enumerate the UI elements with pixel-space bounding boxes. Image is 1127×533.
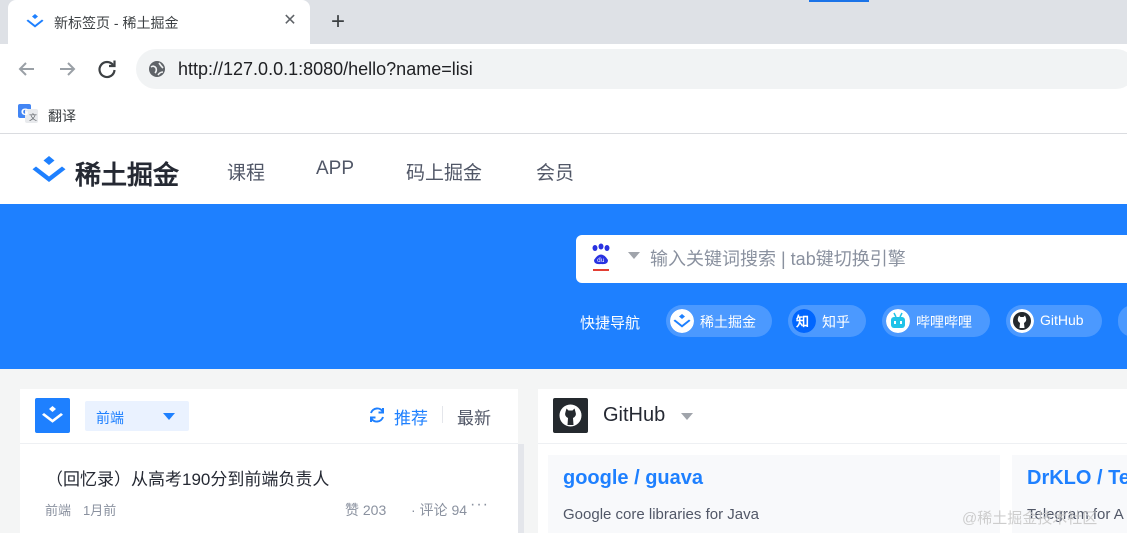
logo-text: 稀土掘金 xyxy=(75,160,180,190)
github-icon xyxy=(559,404,582,427)
browser-tab[interactable]: 新标签页 - 稀土掘金 ✕ xyxy=(8,0,310,44)
site-header: 稀土掘金 课程 APP 码上掘金 会员 xyxy=(0,135,1127,204)
github-icon xyxy=(1010,309,1034,333)
baidu-icon[interactable]: du xyxy=(590,243,612,273)
github-logo xyxy=(553,398,588,433)
repo-card[interactable]: google / guava Google core libraries for… xyxy=(548,455,1000,533)
browser-toolbar: http://127.0.0.1:8080/hello?name=lisi xyxy=(0,44,1127,94)
reload-icon[interactable] xyxy=(94,56,120,82)
juejin-icon xyxy=(670,309,694,333)
bilibili-icon xyxy=(886,309,910,333)
tab-recommend[interactable]: 推荐 xyxy=(394,404,428,429)
juejin-logo-icon xyxy=(32,156,66,182)
search-box: du xyxy=(576,235,1127,283)
divider xyxy=(538,443,1127,444)
juejin-icon xyxy=(42,406,63,423)
quick-nav-label-bilibili: 哔哩哔哩 xyxy=(916,314,972,330)
nav-code[interactable]: 码上掘金 xyxy=(406,158,482,185)
quick-nav-juejin[interactable]: 稀土掘金 xyxy=(666,305,772,337)
bookmark-label: 翻译 xyxy=(48,108,76,124)
article-feed-card: 前端 推荐 最新 （回忆录）从高考190分到前端负责人 前端 1月前 赞 203… xyxy=(20,389,524,533)
quick-nav-label-github: GitHub xyxy=(1040,312,1084,328)
article-likes: 赞 203 xyxy=(345,502,387,518)
chevron-down-icon xyxy=(163,413,175,420)
scrollbar[interactable] xyxy=(518,444,524,533)
juejin-card-logo xyxy=(35,398,70,433)
chevron-down-icon[interactable] xyxy=(681,413,693,420)
watermark: @稀土掘金技术社区 xyxy=(962,510,1098,527)
tab-title: 新标签页 - 稀土掘金 xyxy=(54,15,179,31)
repo-name[interactable]: DrKLO / Te xyxy=(1027,467,1127,490)
article-category: 前端 xyxy=(45,503,72,518)
nav-app[interactable]: APP xyxy=(316,158,354,180)
tab-strip-accent xyxy=(809,0,869,2)
github-title[interactable]: GitHub xyxy=(603,404,665,427)
svg-text:G: G xyxy=(21,108,28,118)
quick-nav-bilibili[interactable]: 哔哩哔哩 xyxy=(882,305,990,337)
svg-text:知: 知 xyxy=(796,314,809,330)
nav-vip[interactable]: 会员 xyxy=(536,158,574,185)
quick-nav-label-juejin: 稀土掘金 xyxy=(700,314,756,330)
article-title[interactable]: （回忆录）从高考190分到前端负责人 xyxy=(46,465,329,490)
quick-nav-label: 快捷导航 xyxy=(580,315,641,332)
list-item[interactable]: （回忆录）从高考190分到前端负责人 前端 1月前 赞 203 · 评论 94 … xyxy=(20,444,518,533)
forward-icon[interactable] xyxy=(54,56,80,82)
bookmarks-bar: G 文 翻译 xyxy=(0,94,1127,134)
repo-description: Google core libraries for Java xyxy=(563,506,759,523)
chevron-down-icon[interactable] xyxy=(628,252,640,259)
back-icon[interactable] xyxy=(14,56,40,82)
quick-nav-zhihu[interactable]: 知 知乎 xyxy=(788,305,866,337)
nav-courses[interactable]: 课程 xyxy=(227,158,265,185)
google-translate-icon: G 文 xyxy=(18,104,38,123)
article-comments: · 评论 94 xyxy=(411,502,468,518)
close-icon[interactable]: ✕ xyxy=(280,11,300,31)
refresh-icon[interactable] xyxy=(367,405,387,425)
quick-nav-label-zhihu: 知乎 xyxy=(822,314,850,330)
url-text[interactable]: http://127.0.0.1:8080/hello?name=lisi xyxy=(178,59,473,80)
more-icon[interactable]: ··· xyxy=(470,496,489,514)
divider xyxy=(442,406,443,423)
category-select[interactable]: 前端 xyxy=(85,401,189,431)
globe-icon[interactable] xyxy=(148,60,166,78)
tab-latest[interactable]: 最新 xyxy=(457,404,491,429)
quick-nav-github[interactable]: GitHub xyxy=(1006,305,1102,337)
category-label: 前端 xyxy=(96,410,124,426)
new-tab-button[interactable]: + xyxy=(325,9,351,35)
svg-text:文: 文 xyxy=(29,112,37,122)
article-time: 1月前 xyxy=(83,503,117,518)
quick-nav-more[interactable] xyxy=(1118,305,1127,337)
juejin-favicon-icon xyxy=(26,14,44,28)
repo-name[interactable]: google / guava xyxy=(563,467,703,490)
svg-text:du: du xyxy=(597,257,605,264)
hero-banner: du 快捷导航 稀土掘金 知 知乎 哔哩哔哩 xyxy=(0,204,1127,369)
browser-tab-strip: 新标签页 - 稀土掘金 ✕ + xyxy=(0,0,1127,44)
zhihu-icon: 知 xyxy=(792,309,816,333)
address-bar[interactable]: http://127.0.0.1:8080/hello?name=lisi xyxy=(136,49,1127,89)
search-input[interactable] xyxy=(650,245,1127,273)
